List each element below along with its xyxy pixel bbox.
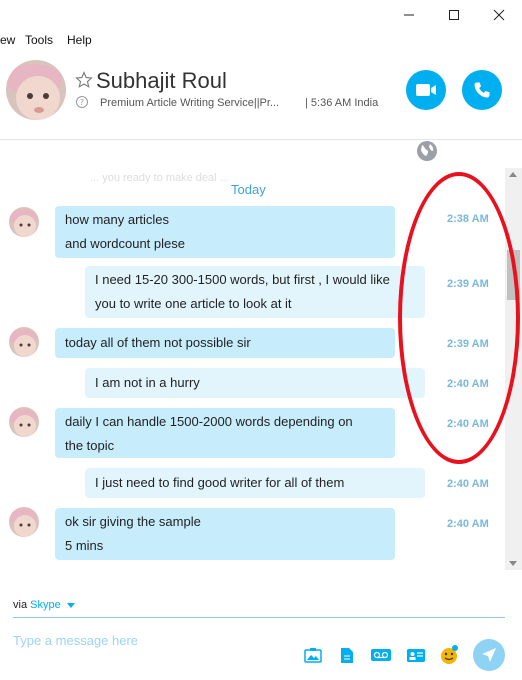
message-time: 2:40 AM <box>447 478 489 490</box>
via-service[interactable]: Skype <box>30 599 61 611</box>
message-time: 2:38 AM <box>447 213 489 225</box>
message-bubble-incoming[interactable]: today all of them not possible sir <box>55 328 395 358</box>
message-time: 2:40 AM <box>447 378 489 390</box>
menu-view[interactable]: ew <box>0 33 15 47</box>
file-icon <box>341 647 353 663</box>
message-text: daily I can handle 1500-2000 words depen… <box>65 414 353 429</box>
emoticon-icon <box>441 645 458 664</box>
via-selector[interactable]: via Skype <box>13 599 75 611</box>
contact-header: Subhajit Roul ? Premium Article Writing … <box>0 50 522 140</box>
message-time: 2:39 AM <box>447 278 489 290</box>
message-text: ok sir giving the sample <box>65 514 201 529</box>
message-bubble-outgoing[interactable]: I need 15-20 300-1500 words, but first ,… <box>85 266 425 318</box>
message-text: the topic <box>65 438 115 453</box>
menu-tools[interactable]: Tools <box>25 33 53 47</box>
composer-area: via Skype Type a message here <box>0 590 522 680</box>
close-button[interactable] <box>476 0 522 30</box>
send-icon <box>482 648 496 662</box>
mood-message: Premium Article Writing Service||Pr... <box>100 97 280 109</box>
message-text: you to write one article to look at it <box>95 296 292 311</box>
video-message-button[interactable] <box>369 646 393 664</box>
composer-divider <box>13 617 505 618</box>
avatar[interactable] <box>9 507 39 537</box>
chat-history[interactable]: ... you ready to make deal ... Today how… <box>0 168 505 570</box>
svg-text:?: ? <box>80 98 84 107</box>
maximize-button[interactable] <box>431 0 477 30</box>
message-time: 2:40 AM <box>447 418 489 430</box>
message-bubble-incoming[interactable]: ok sir giving the sample 5 mins <box>55 508 395 560</box>
globe-icon[interactable] <box>416 140 438 162</box>
mood-icon: ? <box>76 96 88 108</box>
message-time: 2:39 AM <box>447 338 489 350</box>
contact-avatar[interactable] <box>6 60 66 120</box>
via-label: via <box>13 599 28 611</box>
contact-local-time: | 5:36 AM India <box>305 97 379 109</box>
menu-help[interactable]: Help <box>67 33 92 47</box>
chat-scrollbar[interactable] <box>505 168 522 570</box>
message-bubble-incoming[interactable]: daily I can handle 1500-2000 words depen… <box>55 408 395 458</box>
emoticon-button[interactable] <box>439 645 459 664</box>
photo-icon <box>304 648 322 663</box>
chevron-down-icon[interactable] <box>66 602 75 608</box>
message-time: 2:40 AM <box>447 518 489 530</box>
title-bar <box>0 0 522 30</box>
voicemail-icon <box>371 649 391 661</box>
phone-icon <box>474 82 490 98</box>
message-input[interactable]: Type a message here <box>13 633 138 648</box>
scroll-down-arrow-icon[interactable] <box>509 561 517 566</box>
contact-card-icon <box>407 648 425 662</box>
video-call-button[interactable] <box>406 70 446 110</box>
avatar[interactable] <box>9 407 39 437</box>
send-file-button[interactable] <box>337 646 357 664</box>
message-text: and wordcount plese <box>65 236 185 251</box>
message-bubble-outgoing[interactable]: I just need to find good writer for all … <box>85 468 425 498</box>
audio-call-button[interactable] <box>462 70 502 110</box>
avatar[interactable] <box>9 327 39 357</box>
send-contact-button[interactable] <box>405 646 427 664</box>
message-text: 5 mins <box>65 538 104 553</box>
send-photo-button[interactable] <box>303 646 323 664</box>
menu-bar: ew Tools Help <box>0 30 522 50</box>
message-text: today all of them not possible sir <box>65 335 251 350</box>
maximize-icon <box>449 10 459 20</box>
scroll-up-arrow-icon[interactable] <box>509 172 517 177</box>
message-text: I am not in a hurry <box>95 375 200 390</box>
avatar[interactable] <box>9 207 39 237</box>
contact-name: Subhajit Roul <box>96 68 227 93</box>
message-text: I just need to find good writer for all … <box>95 475 345 490</box>
faded-text: ... you ready to make deal ... <box>90 172 229 184</box>
minimize-button[interactable] <box>386 0 432 30</box>
message-bubble-outgoing[interactable]: I am not in a hurry <box>85 368 425 398</box>
close-icon <box>493 9 505 21</box>
message-text: I need 15-20 300-1500 words, but first ,… <box>95 272 390 287</box>
message-bubble-incoming[interactable]: how many articles and wordcount plese <box>55 206 395 258</box>
message-text: how many articles <box>65 212 170 227</box>
star-icon[interactable] <box>75 71 93 89</box>
send-button[interactable] <box>473 639 505 671</box>
video-call-icon <box>416 84 436 96</box>
minimize-icon <box>404 14 414 16</box>
day-separator: Today <box>231 182 266 197</box>
scroll-thumb[interactable] <box>507 250 520 300</box>
